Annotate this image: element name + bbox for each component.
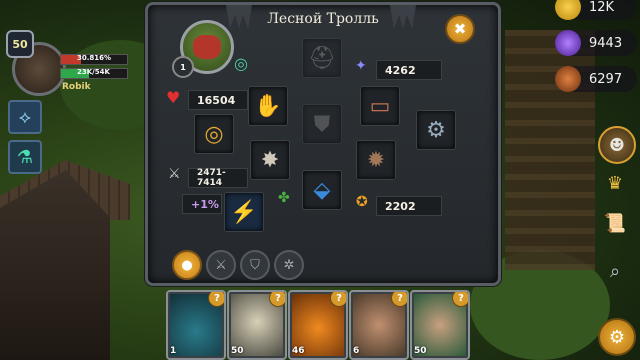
meat-icon [555, 66, 581, 92]
power-stat-icon: ✪ [356, 194, 368, 210]
tab-weapon[interactable]: ⚔ [206, 250, 236, 280]
creature-card-4[interactable]: ? 6 [349, 290, 409, 360]
troll-face [193, 35, 221, 59]
crown-button[interactable]: ♛ [598, 166, 632, 200]
telescope-icon: ⌕ [609, 260, 621, 282]
shield-icon: ⛉ [250, 257, 260, 273]
claw-icon: ⟡ [19, 106, 31, 128]
gold-counter[interactable]: 12K [555, 0, 637, 20]
helmet-slot[interactable]: ⛑ [302, 38, 342, 78]
xp-text: 23K/54K [77, 68, 110, 76]
creature-card-3[interactable]: ? 46 [288, 290, 348, 360]
belt-slot[interactable]: ▭ [360, 86, 400, 126]
person-icon: ● [181, 257, 193, 273]
gauntlet-slot[interactable]: ✋ [248, 86, 288, 126]
belt-icon: ▭ [369, 93, 391, 119]
scroll-icon: 📜 [603, 212, 627, 234]
heart-icon: ♥ [166, 88, 181, 107]
creature-card-2[interactable]: ? 50 [227, 290, 287, 360]
card-level: 1 [170, 346, 177, 356]
help-icon[interactable]: ? [330, 292, 346, 307]
claw-skill-slot[interactable]: ⟡ [8, 100, 42, 134]
crown-icon: ♛ [606, 172, 624, 194]
card-level: 50 [414, 346, 427, 356]
xp-bar: 23K/54K [60, 68, 128, 79]
armor-stat-icon: ✦ [355, 58, 367, 74]
settings-gear-icon: ⚙ [608, 326, 626, 348]
potion-slot[interactable]: ⚗ [8, 140, 42, 174]
sword-icon: ⚔ [215, 257, 227, 273]
sword-stat-icon: ⚔ [168, 166, 181, 182]
ring-icon: ◎ [204, 121, 224, 147]
player-level-badge: 50 [6, 30, 34, 58]
ability-slot[interactable]: ⚡ [224, 192, 264, 232]
boots-icon: ⬙ [313, 177, 331, 203]
food-counter[interactable]: 6297 [555, 66, 637, 92]
hp-text: 30.816% [77, 54, 112, 62]
tab-shield[interactable]: ⛉ [240, 250, 270, 280]
chest-armor-icon: ⛊ [313, 111, 331, 137]
settings-button[interactable]: ⚙ [598, 318, 636, 356]
tab-skills[interactable]: ✲ [274, 250, 304, 280]
close-icon: ✖ [453, 20, 467, 38]
gem-icon [555, 30, 581, 56]
hp-bar: 30.816% [60, 54, 128, 65]
helmet-icon: ⛑ [308, 45, 336, 71]
gear-icon: ✲ [283, 257, 295, 273]
close-button[interactable]: ✖ [445, 14, 475, 44]
gauntlet-icon: ✋ [254, 93, 282, 119]
creature-card-5[interactable]: ? 50 [410, 290, 470, 360]
shield-slot[interactable]: ✹ [356, 140, 396, 180]
shield-item-icon: ✹ [366, 147, 386, 173]
help-icon[interactable]: ? [269, 292, 285, 307]
scroll-button[interactable]: 📜 [598, 206, 632, 240]
orc-hero-button[interactable]: ☻ [598, 126, 636, 164]
chest-slot[interactable]: ⛊ [302, 104, 342, 144]
mace-slot[interactable]: ✸ [250, 140, 290, 180]
mace-icon: ✸ [260, 147, 280, 173]
ring-slot[interactable]: ◎ [194, 114, 234, 154]
gold-coin-icon [555, 0, 581, 20]
creature-level-badge: 1 [172, 56, 194, 78]
bonus-value: +1% [182, 194, 222, 214]
bracer-slot[interactable]: ⚙ [416, 110, 456, 150]
help-icon[interactable]: ? [452, 292, 468, 307]
player-name: Robik [62, 82, 91, 92]
power-value: 2202 [376, 196, 442, 216]
health-value: 16504 [188, 90, 248, 110]
orc-icon: ☻ [608, 134, 626, 156]
bracer-icon: ⚙ [426, 117, 446, 143]
card-level: 6 [353, 346, 360, 356]
gem-counter[interactable]: 9443 [555, 30, 637, 56]
boots-slot[interactable]: ⬙ [302, 170, 342, 210]
creature-card-1[interactable]: ? 1 [166, 290, 226, 360]
help-icon[interactable]: ? [208, 292, 224, 307]
potion-icon: ⚗ [16, 146, 34, 168]
telescope-button[interactable]: ⌕ [598, 254, 632, 288]
damage-value: 2471-7414 [188, 168, 248, 188]
swirl-icon: ◎ [234, 54, 248, 73]
card-level: 50 [231, 346, 244, 356]
help-icon[interactable]: ? [391, 292, 407, 307]
armor-value: 4262 [376, 60, 442, 80]
tab-profile[interactable]: ● [172, 250, 202, 280]
lightning-claw-icon: ⚡ [230, 199, 258, 225]
card-level: 46 [292, 346, 305, 356]
leaf-icon: ✤ [278, 190, 290, 206]
